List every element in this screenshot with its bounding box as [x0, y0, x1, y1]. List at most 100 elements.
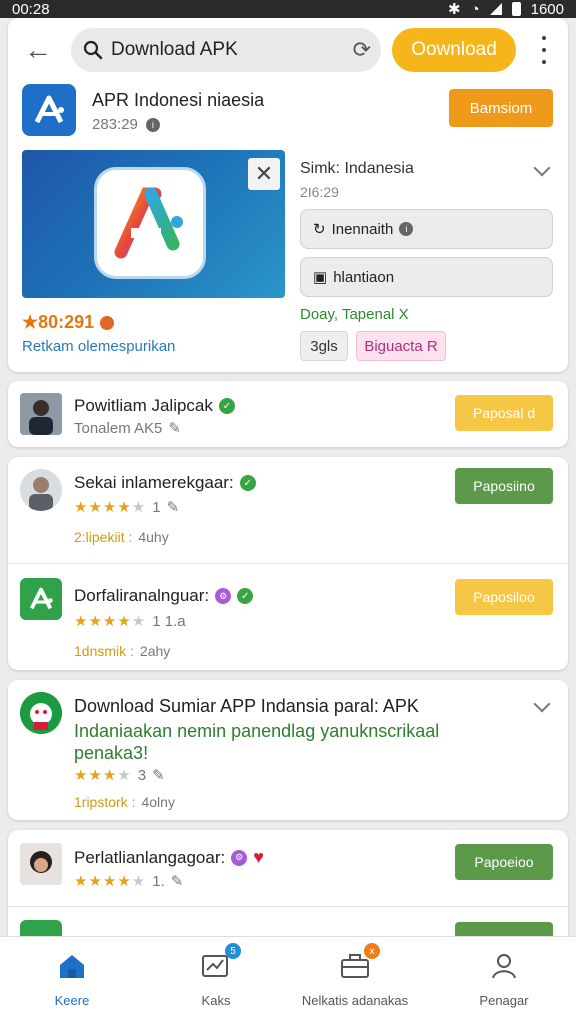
list-item-title[interactable]: Sekai inlamerekgaar: ✓ [74, 473, 256, 493]
download-button[interactable]: Oownload [392, 28, 516, 72]
stars-icon: ★★★★★ [74, 499, 147, 516]
app-meta-text: 283:29 [92, 116, 138, 133]
list-action-button[interactable]: Papoeioo [455, 844, 553, 880]
list-item-rating: ★★★★★ 1. ✎ [74, 872, 184, 891]
person-icon [487, 949, 521, 983]
info-sub: 2I6:29 [300, 184, 339, 200]
tag-chip[interactable]: 3gls [300, 331, 348, 361]
rating-count: 1. [152, 872, 165, 890]
list-item-title[interactable]: Dorfaliranalnguar: ⚙ ✓ [74, 586, 254, 606]
edit-icon[interactable]: ✎ [171, 872, 184, 890]
list-item-rating: ★★★★★ 1 1.a [74, 612, 186, 631]
app-rating: ★80:291 [22, 312, 115, 333]
list-card: Sekai inlamerekgaar: ✓ ★★★★★ 1 ✎ 2:lipek… [8, 457, 568, 670]
rating-count: 3 [137, 766, 147, 784]
list-card: Download Sumiar APP Indansia paral: APK … [8, 680, 568, 820]
list-item-title-text: Dorfaliranalnguar: [74, 586, 210, 605]
briefcase-icon: x [338, 943, 380, 983]
rating-count: 1 [152, 498, 161, 516]
app-detail-card: ← ⟳ Oownload APR Indonesi niaesia 283:29… [8, 18, 568, 372]
app-action-button[interactable]: Bamsiom [449, 89, 553, 127]
divider [8, 563, 568, 564]
avatar [20, 692, 62, 734]
list-action-button[interactable]: Paposiloo [455, 579, 553, 615]
list-item-title[interactable]: Download Sumiar APP Indansia paral: APK [74, 696, 419, 717]
list-action-button[interactable]: Paposiino [455, 468, 553, 504]
list-item-rating: ★★★★ 3 ✎ [74, 766, 165, 785]
chevron-down-icon[interactable] [533, 695, 551, 713]
rating-count: 1 1.a [152, 612, 186, 630]
info-field-1-text: Inennaith [331, 220, 394, 238]
rating-badge-icon [100, 315, 115, 330]
app-logo-icon [20, 578, 62, 620]
info-title: Simk: Indanesia [300, 160, 414, 177]
list-item-title[interactable]: Perlatlianlangagoar: ⚙ ♥ [74, 847, 264, 868]
list-card: Powitliam Jalipcak ✓ Tonalem AK5 ✎ Papos… [8, 381, 568, 447]
tag-chip[interactable]: Biguacta R [356, 331, 446, 361]
info-field-2[interactable]: ▣ hlantiaon [300, 257, 553, 297]
chart-icon: 5 [199, 943, 241, 983]
list-item-sub: Tonalem AK5 ✎ [74, 419, 181, 438]
app-banner-logo-icon [94, 167, 206, 279]
nav-label: Penagar [479, 993, 529, 1008]
battery-icon [511, 2, 521, 16]
search-input[interactable] [111, 39, 331, 61]
app-meta: 283:29 i [92, 116, 160, 133]
more-options-icon[interactable] [536, 36, 552, 64]
nav-item-work[interactable]: x Nelkatis adanakas [283, 937, 427, 1024]
app-banner: ✕ [22, 150, 285, 298]
app-subtitle-link[interactable]: Retkam olemespurikan [22, 338, 175, 355]
nav-item-home[interactable]: Keere [0, 937, 144, 1024]
avatar [20, 393, 62, 435]
avatar [20, 469, 62, 511]
status-bar: 00:28 ✱ ◔ 1600 [0, 0, 576, 18]
bluetooth-icon: ✱ [447, 1, 461, 18]
meta-key: 1ripstork : [74, 794, 136, 810]
nav-badge: x [364, 943, 380, 959]
reload-icon[interactable]: ⟳ [353, 39, 371, 61]
rating-text: ★80:291 [22, 312, 95, 332]
refresh-icon: ↻ [313, 221, 326, 238]
signal-icon [489, 3, 502, 15]
wifi-icon: ◔ [470, 0, 480, 18]
app-logo-icon [22, 84, 76, 136]
battery-text: 1600 [530, 0, 564, 18]
list-item-title-text: Perlatlianlangagoar: [74, 847, 226, 867]
close-banner-button[interactable]: ✕ [248, 158, 280, 190]
divider [8, 906, 568, 907]
verified-icon: ✓ [218, 398, 235, 414]
edit-icon[interactable]: ✎ [152, 766, 165, 784]
list-action-button[interactable]: Paposal d [455, 395, 553, 431]
stars-icon: ★★★★★ [74, 613, 147, 630]
info-field-2-text: hlantiaon [333, 268, 395, 286]
list-item-meta: 1ripstork : 4olny [74, 794, 175, 810]
search-icon [83, 40, 103, 60]
search-bar[interactable]: ⟳ [71, 28, 381, 72]
nav-label: Nelkatis adanakas [301, 993, 409, 1008]
list-card: Perlatlianlangagoar: ⚙ ♥ ★★★★★ 1. ✎ Papo… [8, 830, 568, 950]
info-icon: i [145, 117, 160, 132]
bottom-nav: Keere 5 Kaks x Nelkatis adanakas Penagar [0, 936, 576, 1024]
verified-icon: ✓ [237, 588, 254, 604]
heart-icon[interactable]: ♥ [253, 847, 264, 868]
edit-icon[interactable]: ✎ [168, 419, 181, 437]
nav-item-stats[interactable]: 5 Kaks [144, 937, 288, 1024]
status-text: Doay, Tapenal X [300, 306, 409, 323]
nav-item-profile[interactable]: Penagar [432, 937, 576, 1024]
list-item-title-text: Sekai inlamerekgaar: [74, 473, 234, 492]
meta-value: 2ahy [139, 643, 171, 659]
status-time: 00:28 [12, 0, 50, 18]
meta-key: 1dnsmik : [74, 643, 134, 659]
badge-icon: ⚙ [215, 588, 232, 604]
list-item-rating: ★★★★★ 1 ✎ [74, 498, 180, 517]
list-item-title[interactable]: Powitliam Jalipcak ✓ [74, 396, 235, 416]
verified-icon: ✓ [239, 475, 256, 491]
info-field-1[interactable]: ↻ Inennaith i [300, 209, 553, 249]
status-icons: ✱ ◔ 1600 [447, 0, 564, 19]
back-arrow-icon[interactable]: ← [24, 34, 56, 66]
edit-icon[interactable]: ✎ [167, 498, 180, 516]
meta-value: 4uhy [138, 529, 169, 545]
list-item-meta: 1dnsmik : 2ahy [74, 643, 170, 659]
chevron-down-icon[interactable] [533, 159, 551, 177]
avatar [20, 843, 62, 885]
